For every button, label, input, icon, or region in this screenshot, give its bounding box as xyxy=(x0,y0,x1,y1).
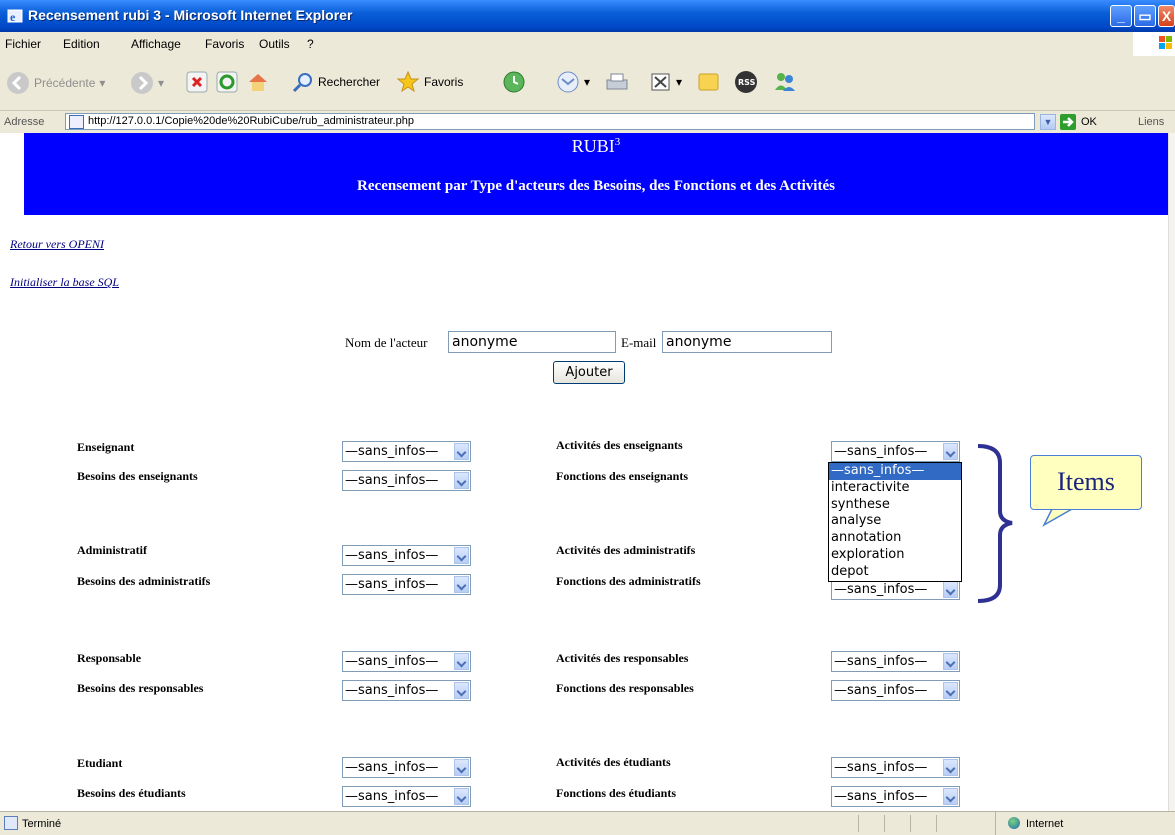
security-zone: Internet xyxy=(995,812,1175,835)
messenger-icon xyxy=(775,73,795,91)
search-button[interactable]: Rechercher xyxy=(292,71,380,93)
history-button[interactable] xyxy=(502,70,526,94)
dropdown-option[interactable]: analyse xyxy=(829,513,961,530)
window-titlebar: e Recensement rubi 3 - Microsoft Interne… xyxy=(0,0,1175,32)
print-button[interactable] xyxy=(604,70,630,94)
mail-icon xyxy=(557,71,579,93)
back-dropdown-icon: ▾ xyxy=(99,76,106,90)
page-viewport: RUBI3 Recensement par Type d'acteurs des… xyxy=(0,133,1168,811)
mail-button[interactable]: ▾ xyxy=(556,70,590,94)
address-url: http://127.0.0.1/Copie%20de%20RubiCube/r… xyxy=(88,115,414,127)
back-arrow-icon xyxy=(7,72,29,94)
links-toolbar[interactable]: Liens xyxy=(1138,116,1164,128)
edit-icon xyxy=(651,73,670,91)
status-divider xyxy=(936,815,937,832)
address-input[interactable]: http://127.0.0.1/Copie%20de%20RubiCube/r… xyxy=(65,113,1035,130)
edit-button[interactable]: ▾ xyxy=(650,71,682,93)
menu-outils[interactable]: Outils xyxy=(259,37,290,51)
refresh-icon xyxy=(216,71,238,93)
dropdown-option[interactable]: interactivite xyxy=(829,480,961,497)
menu-affichage[interactable]: Affichage xyxy=(131,37,181,51)
messenger-button[interactable] xyxy=(772,70,798,94)
status-divider xyxy=(884,815,885,832)
address-label: Adresse xyxy=(4,116,45,128)
menu-fichier[interactable]: Fichier xyxy=(5,37,41,51)
close-button[interactable]: X xyxy=(1158,5,1175,27)
dropdown-option[interactable]: —sans_infos— xyxy=(829,463,961,480)
maximize-button[interactable]: ▭ xyxy=(1134,5,1156,27)
mail-dropdown-icon: ▾ xyxy=(584,75,591,89)
status-divider xyxy=(858,815,859,832)
forward-dropdown-icon: ▾ xyxy=(158,76,165,90)
status-bar: Terminé Internet xyxy=(0,811,1175,835)
printer-icon xyxy=(606,73,628,90)
forward-arrow-icon xyxy=(131,72,153,94)
menu-favoris[interactable]: Favoris xyxy=(205,37,244,51)
svg-text:RSS: RSS xyxy=(738,78,756,87)
refresh-button[interactable] xyxy=(216,71,238,93)
brace-annotation xyxy=(977,444,1075,603)
page-icon xyxy=(69,115,84,129)
rss-icon: RSS xyxy=(735,71,757,93)
ie-icon: e xyxy=(7,8,23,24)
address-dropdown-button[interactable]: ▼ xyxy=(1040,114,1056,130)
minimize-button[interactable]: _ xyxy=(1110,5,1132,27)
go-arrow-icon[interactable] xyxy=(1060,114,1076,130)
vertical-scrollbar[interactable] xyxy=(1168,133,1175,811)
menu-help[interactable]: ? xyxy=(307,37,314,51)
address-bar: Adresse http://127.0.0.1/Copie%20de%20Ru… xyxy=(0,111,1175,134)
status-divider xyxy=(910,815,911,832)
dropdown-option[interactable]: depot xyxy=(829,564,961,581)
favorites-label: Favoris xyxy=(424,75,464,89)
window-title: Recensement rubi 3 - Microsoft Internet … xyxy=(28,7,353,23)
status-text: Terminé xyxy=(22,818,62,830)
home-button[interactable] xyxy=(246,70,270,94)
back-button[interactable]: Précédente ▾ xyxy=(6,71,105,95)
home-icon xyxy=(249,74,267,91)
history-icon xyxy=(503,71,525,93)
toolbar: Précédente ▾ ▾ Rechercher Favoris ▾ ▾ RS… xyxy=(0,56,1175,111)
activites-dropdown-list[interactable]: —sans_infos— interactivite synthese anal… xyxy=(828,462,962,582)
back-label: Précédente xyxy=(34,76,96,90)
dropdown-option[interactable]: exploration xyxy=(829,547,961,564)
dropdown-option[interactable]: annotation xyxy=(829,530,961,547)
globe-icon xyxy=(1008,817,1020,829)
rss-button[interactable]: RSS xyxy=(734,70,758,94)
stop-icon xyxy=(186,71,208,93)
favorites-button[interactable]: Favoris xyxy=(396,70,463,94)
edit-dropdown-icon: ▾ xyxy=(676,75,683,89)
search-icon xyxy=(292,73,312,93)
stop-button[interactable] xyxy=(186,71,208,93)
items-callout: Items xyxy=(1030,455,1142,510)
zone-text: Internet xyxy=(1026,818,1064,830)
note-button[interactable] xyxy=(697,71,721,93)
dropdown-option[interactable]: synthese xyxy=(829,497,961,514)
svg-text:e: e xyxy=(10,10,16,24)
page-done-icon xyxy=(4,816,18,830)
menu-edition[interactable]: Edition xyxy=(63,37,100,51)
forward-button[interactable]: ▾ xyxy=(130,71,164,95)
search-label: Rechercher xyxy=(318,75,381,89)
menu-bar: Fichier Edition Affichage Favoris Outils… xyxy=(0,32,1175,57)
note-icon xyxy=(698,73,719,91)
go-button-label[interactable]: OK xyxy=(1081,116,1097,128)
star-icon xyxy=(396,70,420,93)
windows-logo-icon xyxy=(1133,32,1175,56)
